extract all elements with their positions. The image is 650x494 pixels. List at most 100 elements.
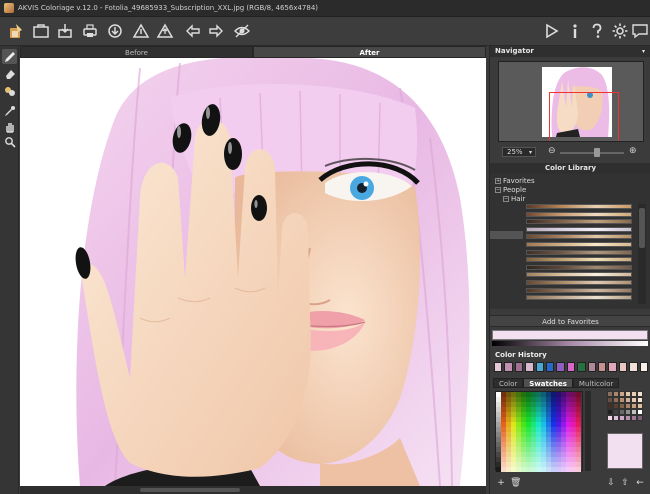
history-swatch[interactable] <box>618 362 628 372</box>
zoom-slider[interactable] <box>560 152 624 154</box>
tab-after[interactable]: After <box>253 46 486 58</box>
run-play-icon[interactable] <box>541 21 561 41</box>
current-color-swatch[interactable] <box>492 330 648 340</box>
export-swatches-icon[interactable]: ⇧ <box>620 478 630 488</box>
history-swatch[interactable] <box>587 362 597 372</box>
hair-color-stripes[interactable] <box>526 204 632 304</box>
open-file-icon[interactable] <box>31 21 51 41</box>
export-strokes-icon[interactable] <box>155 21 175 41</box>
delete-swatch-trash-icon[interactable]: 🗑 <box>510 478 521 488</box>
eyedropper-tool-icon[interactable] <box>2 103 17 118</box>
show-strokes-eye-icon[interactable] <box>232 21 252 41</box>
zoom-out-icon[interactable]: ⊖ <box>548 146 556 156</box>
colorized-portrait-image <box>20 58 486 486</box>
add-to-favorites-button[interactable]: Add to Favorites <box>490 315 650 327</box>
image-canvas[interactable] <box>20 58 486 486</box>
recent-swatches-grid[interactable] <box>607 391 643 423</box>
history-swatch[interactable] <box>566 362 576 372</box>
back-arrow-icon[interactable]: ← <box>635 478 645 488</box>
tree-item-favorites[interactable]: + Favorites <box>495 177 535 185</box>
scrollbar-thumb[interactable] <box>140 488 240 492</box>
library-vertical-scrollbar[interactable] <box>638 204 646 304</box>
hair-color-stripe[interactable] <box>526 242 632 247</box>
zoom-dropdown[interactable]: 25% ▾ <box>502 147 536 157</box>
swatches-grid[interactable] <box>495 391 583 472</box>
save-strokes-icon[interactable] <box>131 21 151 41</box>
tools-panel <box>0 46 19 494</box>
print-icon[interactable] <box>80 21 100 41</box>
swatches-scrollbar[interactable] <box>585 391 591 471</box>
color-library-header: Color Library <box>490 163 650 174</box>
hair-color-stripe[interactable] <box>526 211 632 217</box>
load-strokes-icon[interactable] <box>105 21 125 41</box>
history-swatch[interactable] <box>525 362 534 372</box>
hair-color-stripe[interactable] <box>526 287 632 293</box>
collapse-minus-icon[interactable]: − <box>503 196 509 202</box>
hand-tool-icon[interactable] <box>2 119 17 134</box>
hair-color-stripe[interactable] <box>526 295 632 301</box>
color-fill-tool-icon[interactable] <box>2 83 17 98</box>
navigator-view-frame[interactable] <box>549 92 619 141</box>
recent-swatch[interactable] <box>637 415 643 421</box>
hair-color-stripe[interactable] <box>526 249 632 255</box>
zoom-value: 25% <box>507 148 523 156</box>
history-swatch[interactable] <box>577 362 586 372</box>
history-swatch[interactable] <box>556 362 565 372</box>
tree-item-hair[interactable]: − Hair <box>503 195 525 203</box>
zoom-tool-icon[interactable] <box>2 134 17 149</box>
canvas-horizontal-scrollbar[interactable] <box>20 486 486 494</box>
tab-before[interactable]: Before <box>20 46 253 58</box>
hair-color-stripe[interactable] <box>526 272 632 278</box>
pencil-tool-icon[interactable] <box>2 49 17 64</box>
help-question-icon[interactable] <box>587 21 607 41</box>
add-swatch-plus-icon[interactable]: + <box>496 478 506 488</box>
redo-arrow-icon[interactable] <box>206 21 226 41</box>
hair-color-stripe[interactable] <box>526 280 632 285</box>
hair-color-stripe[interactable] <box>526 204 632 209</box>
panel-menu-chevron-icon[interactable]: ▾ <box>642 46 645 57</box>
collapse-minus-icon[interactable]: − <box>495 187 501 193</box>
hair-color-stripe[interactable] <box>526 234 632 240</box>
history-swatch[interactable] <box>629 362 638 372</box>
hair-color-stripe[interactable] <box>526 264 632 270</box>
expand-plus-icon[interactable]: + <box>495 178 501 184</box>
hair-color-stripe[interactable] <box>526 226 632 232</box>
history-swatch[interactable] <box>546 362 555 372</box>
settings-gear-icon[interactable] <box>610 21 630 41</box>
history-swatch[interactable] <box>535 362 545 372</box>
zoom-in-icon[interactable]: ⊕ <box>629 146 637 156</box>
history-swatch[interactable] <box>514 362 524 372</box>
info-icon[interactable] <box>565 21 585 41</box>
save-file-icon[interactable] <box>55 21 75 41</box>
history-swatch[interactable] <box>598 362 607 372</box>
palette-swatch[interactable] <box>576 467 581 472</box>
selected-swatch-preview <box>607 433 643 469</box>
history-swatch[interactable] <box>504 362 513 372</box>
zoom-slider-handle[interactable] <box>594 148 600 157</box>
tab-multicolor[interactable]: Multicolor <box>572 378 620 388</box>
swatches-actions: + 🗑 ⇩ ⇧ ← <box>490 476 650 490</box>
tips-speech-bubble-icon[interactable] <box>630 21 650 41</box>
history-swatch[interactable] <box>608 362 617 372</box>
app-window: AKVIS Coloriage v.12.0 - Fotolia_4968593… <box>0 0 650 494</box>
color-library-panel: + Favorites − People − Hair <box>490 174 650 309</box>
import-swatches-icon[interactable]: ⇩ <box>606 478 616 488</box>
tab-color[interactable]: Color <box>493 378 524 388</box>
library-scrollbar-thumb[interactable] <box>639 208 645 248</box>
undo-arrow-icon[interactable] <box>183 21 203 41</box>
history-swatch[interactable] <box>494 362 503 372</box>
hair-color-stripe[interactable] <box>526 219 632 225</box>
color-gradient-bar[interactable] <box>492 341 648 346</box>
color-history-swatches <box>494 362 649 372</box>
window-title: AKVIS Coloriage v.12.0 - Fotolia_4968593… <box>18 4 319 12</box>
navigator-preview[interactable] <box>498 61 644 142</box>
tab-swatches[interactable]: Swatches <box>523 378 573 388</box>
history-swatch[interactable] <box>639 362 649 372</box>
title-bar: AKVIS Coloriage v.12.0 - Fotolia_4968593… <box>0 0 650 17</box>
palette-tabs: Color Swatches Multicolor <box>493 378 649 388</box>
tree-item-people[interactable]: − People <box>495 186 526 194</box>
hair-color-stripe[interactable] <box>526 257 632 263</box>
app-logo-brush-icon <box>6 21 26 41</box>
selected-row-highlight <box>490 231 523 239</box>
eraser-tool-icon[interactable] <box>2 66 17 81</box>
